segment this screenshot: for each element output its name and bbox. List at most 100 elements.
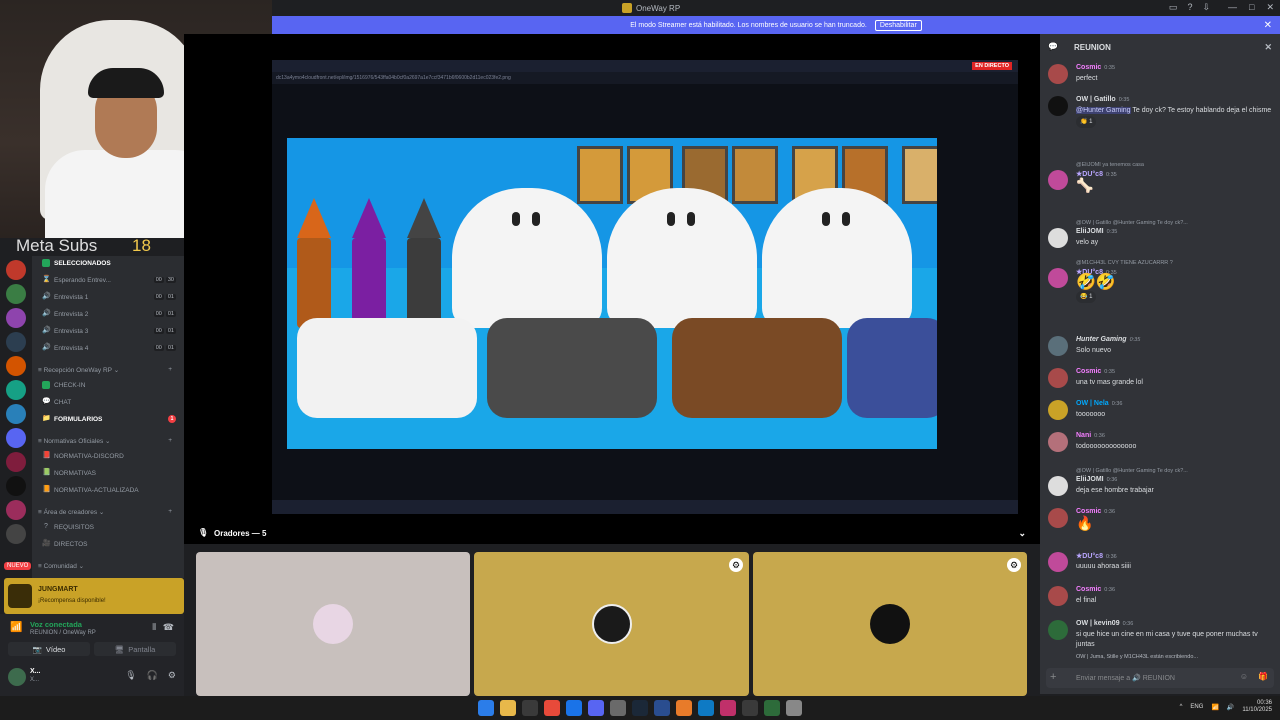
server-icon[interactable] [6,308,26,328]
promo-title: JUNGMART [38,586,78,593]
help-icon[interactable]: ? [1187,2,1192,13]
settings-gear-icon[interactable]: ⚙ [168,670,176,681]
emoji-icon[interactable]: ☺ [1240,672,1248,681]
app-icon[interactable] [720,700,736,716]
channel-normativa-actualizada[interactable]: 📙 NORMATIVA-ACTUALIZADA [42,486,182,494]
check-icon [42,381,50,389]
server-icon[interactable] [6,380,26,400]
message-input[interactable]: Enviar mensaje a 🔊 REUNION [1076,674,1175,682]
category-normativas[interactable]: ≡ Normativas Oficiales ⌄ + [38,437,178,445]
channel-normativas[interactable]: 📗 NORMATIVAS [42,469,182,477]
volume-icon[interactable]: 🔊 [1227,704,1234,711]
disconnect-icon[interactable]: ☎ [163,622,174,633]
store-icon[interactable] [522,700,538,716]
typing-indicator: OW | Juma, Stille y M1CH43L están escrib… [1076,654,1198,660]
clock[interactable]: 00:36 11/10/2025 [1242,700,1272,714]
channel-selected[interactable]: SELECCIONADOS [42,259,182,267]
edge-icon[interactable] [698,700,714,716]
speaker-icon: 🔊 [42,344,51,351]
start-icon[interactable] [478,700,494,716]
settings-icon[interactable] [786,700,802,716]
voice-channel[interactable]: ⌛ Esperando Entrev... 00 30 [42,276,182,284]
reaction[interactable]: 👏 1 [1076,116,1097,128]
add-attachment-icon[interactable]: + [1050,671,1056,683]
chevron-down-icon[interactable]: ⌄ [1018,528,1026,539]
voice-channel[interactable]: 🔊 Entrevista 2 00 01 [42,310,182,318]
server-icon[interactable] [6,476,26,496]
reaction[interactable]: 😂 1 [1076,291,1097,303]
voice-status[interactable]: Voz conectada [30,620,82,629]
language-indicator[interactable]: ENG [1190,704,1203,710]
file-explorer-icon[interactable] [500,700,516,716]
chevron-up-icon[interactable]: ^ [1180,704,1183,710]
chrome-icon[interactable] [544,700,560,716]
message-composer[interactable]: + Enviar mensaje a 🔊 REUNION ☺ 🎁 [1046,668,1274,688]
server-icon[interactable] [6,404,26,424]
check-icon [42,259,50,267]
channel-sidebar: SELECCIONADOS ⌛ Esperando Entrev... 00 30 🔊… [32,256,184,578]
discord-icon[interactable] [588,700,604,716]
noise-suppression-icon[interactable]: ⫴ [152,622,156,633]
video-button[interactable]: 📷 Vídeo [8,642,90,656]
tile-settings-icon[interactable]: ⚙ [729,558,743,572]
minimize-button[interactable]: — [1228,2,1237,13]
app-icon[interactable] [676,700,692,716]
server-icon[interactable] [6,500,26,520]
speaker-icon: 🔊 [42,327,51,334]
server-icon[interactable] [6,332,26,352]
screen-share-button[interactable]: 🖥 Pantalla [94,642,176,656]
obs-icon[interactable] [610,700,626,716]
disable-streamer-button[interactable]: Deshabilitar [874,19,922,31]
channel-formularios[interactable]: 📁 FORMULARIOS 1 [42,415,182,423]
close-banner-icon[interactable]: ✕ [1264,20,1272,31]
outlook-icon[interactable] [566,700,582,716]
server-icon[interactable] [6,284,26,304]
sub-goal-current: 18 [132,236,151,255]
voice-location: REUNION / OneWay RP [30,630,96,636]
folder-icon: 📁 [42,415,51,422]
inbox-icon[interactable]: ▭ [1169,2,1178,13]
headphones-icon[interactable]: 🎧 [147,670,158,681]
channel-normativa-discord[interactable]: 📕 NORMATIVA-DISCORD [42,452,182,460]
hourglass-icon: ⌛ [42,276,51,283]
server-icon[interactable] [6,524,26,544]
close-chat-icon[interactable]: ✕ [1264,42,1272,53]
promo-subtitle: ¡Recompensa disponible! [38,598,106,604]
steam-icon[interactable] [632,700,648,716]
mic-icon[interactable]: 🎙 [125,670,136,681]
channel-check-in[interactable]: CHECK-IN [42,381,182,389]
server-list [0,256,32,578]
app-icon[interactable] [764,700,780,716]
channel-chat[interactable]: 💬 CHAT [42,398,182,406]
book-icon: 📗 [42,469,51,476]
category-recepcion[interactable]: ≡ Recepción OneWay RP ⌄ + [38,366,178,374]
server-icon[interactable] [6,356,26,376]
speaker-icon: 🔊 [42,310,51,317]
speakers-header[interactable]: 🎙 Oradores — 5 ⌄ [184,524,1040,544]
speaker-tile[interactable] [196,552,470,696]
wifi-icon[interactable]: 📶 [1211,704,1218,711]
server-icon[interactable] [6,428,26,448]
close-window-button[interactable]: ✕ [1266,2,1274,13]
category-comunidad[interactable]: ≡ Comunidad ⌄ [38,562,178,570]
voice-channel[interactable]: 🔊 Entrevista 4 00 01 [42,344,182,352]
voice-channel[interactable]: 🔊 Entrevista 1 00 01 [42,293,182,301]
download-icon[interactable]: ⇩ [1202,2,1210,13]
maximize-button[interactable]: □ [1249,2,1254,13]
app-icon[interactable] [742,700,758,716]
server-icon[interactable] [6,260,26,280]
speaker-tile[interactable]: ⚙ [753,552,1027,696]
speakers-label: Oradores — 5 [214,529,267,538]
speaker-tile[interactable]: ⚙ [474,552,749,696]
chat-header: 💬 REUNION ✕ [1040,34,1280,58]
category-creadores[interactable]: ≡ Área de creadores ⌄ + [38,508,178,516]
avatar[interactable] [8,668,26,686]
server-icon[interactable] [6,452,26,472]
channel-requisitos[interactable]: ? REQUISITOS [42,523,182,531]
tile-settings-icon[interactable]: ⚙ [1007,558,1021,572]
reward-promo[interactable]: JUNGMART ¡Recompensa disponible! [4,578,184,614]
channel-directos[interactable]: 🎥 DIRECTOS [42,540,182,548]
gift-icon[interactable]: 🎁 [1258,672,1268,681]
voice-channel[interactable]: 🔊 Entrevista 3 00 01 [42,327,182,335]
photoshop-icon[interactable] [654,700,670,716]
